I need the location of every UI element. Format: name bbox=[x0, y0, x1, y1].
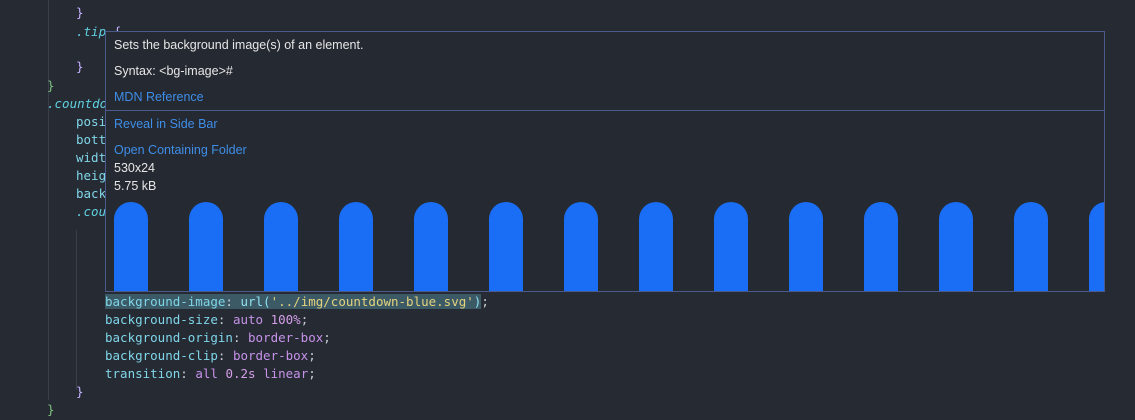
code-line: posi bbox=[76, 114, 107, 129]
code-line: .cou bbox=[76, 204, 107, 219]
image-dimensions: 530x24 bbox=[114, 161, 156, 175]
syntax-text: Syntax: <bg-image># bbox=[114, 64, 233, 78]
code-line: } bbox=[47, 78, 55, 93]
hover-tooltip: Sets the background image(s) of an eleme… bbox=[105, 31, 1105, 292]
indent-guide bbox=[76, 230, 77, 390]
preview-pill bbox=[939, 202, 973, 291]
code-line-background-origin: background-origin: border-box; bbox=[105, 330, 331, 345]
code-line: } bbox=[76, 5, 84, 20]
tooltip-divider bbox=[106, 110, 1104, 111]
code-line: widt bbox=[76, 150, 107, 165]
code-line: bott bbox=[76, 132, 107, 147]
preview-pill bbox=[1089, 202, 1104, 291]
preview-pill bbox=[114, 202, 148, 291]
preview-pill bbox=[714, 202, 748, 291]
code-line: } bbox=[76, 59, 84, 74]
code-line: } bbox=[76, 384, 84, 399]
reveal-in-side-bar-link[interactable]: Reveal in Side Bar bbox=[114, 117, 218, 131]
code-line: heig bbox=[76, 168, 107, 183]
preview-pill bbox=[1014, 202, 1048, 291]
code-line-transition: transition: all 0.2s linear; bbox=[105, 366, 316, 381]
preview-pill bbox=[564, 202, 598, 291]
code-line-background-size: background-size: auto 100%; bbox=[105, 312, 309, 327]
preview-pill bbox=[339, 202, 373, 291]
code-line: back bbox=[76, 186, 107, 201]
property-description: Sets the background image(s) of an eleme… bbox=[114, 38, 364, 52]
code-line-background-clip: background-clip: border-box; bbox=[105, 348, 316, 363]
image-preview bbox=[106, 202, 1104, 291]
open-containing-folder-link[interactable]: Open Containing Folder bbox=[114, 143, 247, 157]
preview-pill bbox=[264, 202, 298, 291]
indent-guide bbox=[48, 0, 49, 400]
preview-pill bbox=[864, 202, 898, 291]
preview-pill bbox=[489, 202, 523, 291]
preview-pill bbox=[639, 202, 673, 291]
code-line: .countdo bbox=[47, 96, 108, 111]
preview-pill bbox=[414, 202, 448, 291]
code-line-background-image: background-image: url('../img/countdown-… bbox=[105, 294, 489, 309]
preview-pill bbox=[789, 202, 823, 291]
mdn-reference-link[interactable]: MDN Reference bbox=[114, 90, 204, 104]
code-line: } bbox=[47, 402, 55, 417]
image-file-size: 5.75 kB bbox=[114, 179, 157, 193]
preview-pill bbox=[189, 202, 223, 291]
